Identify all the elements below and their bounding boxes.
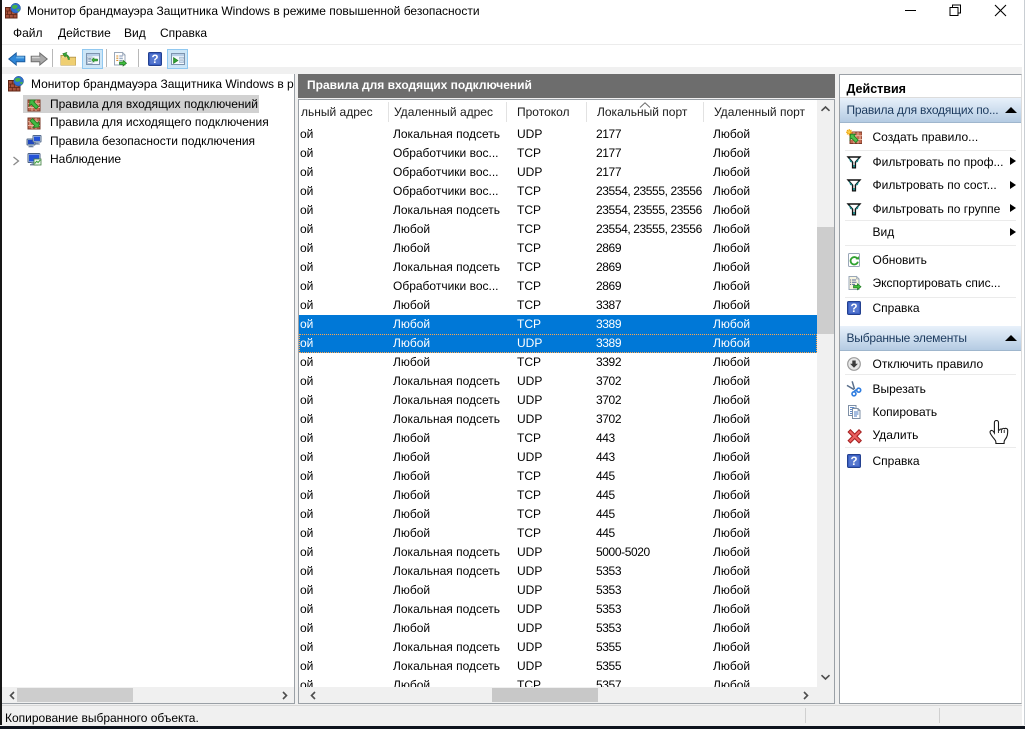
svg-text:?: ? [850, 303, 857, 315]
svg-text:?: ? [850, 456, 857, 468]
svg-text:?: ? [151, 54, 158, 66]
